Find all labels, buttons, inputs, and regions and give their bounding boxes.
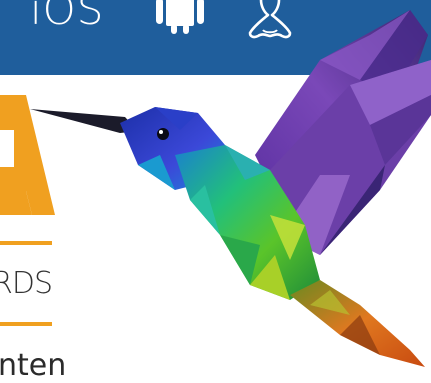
hummingbird-illustration <box>30 10 431 367</box>
